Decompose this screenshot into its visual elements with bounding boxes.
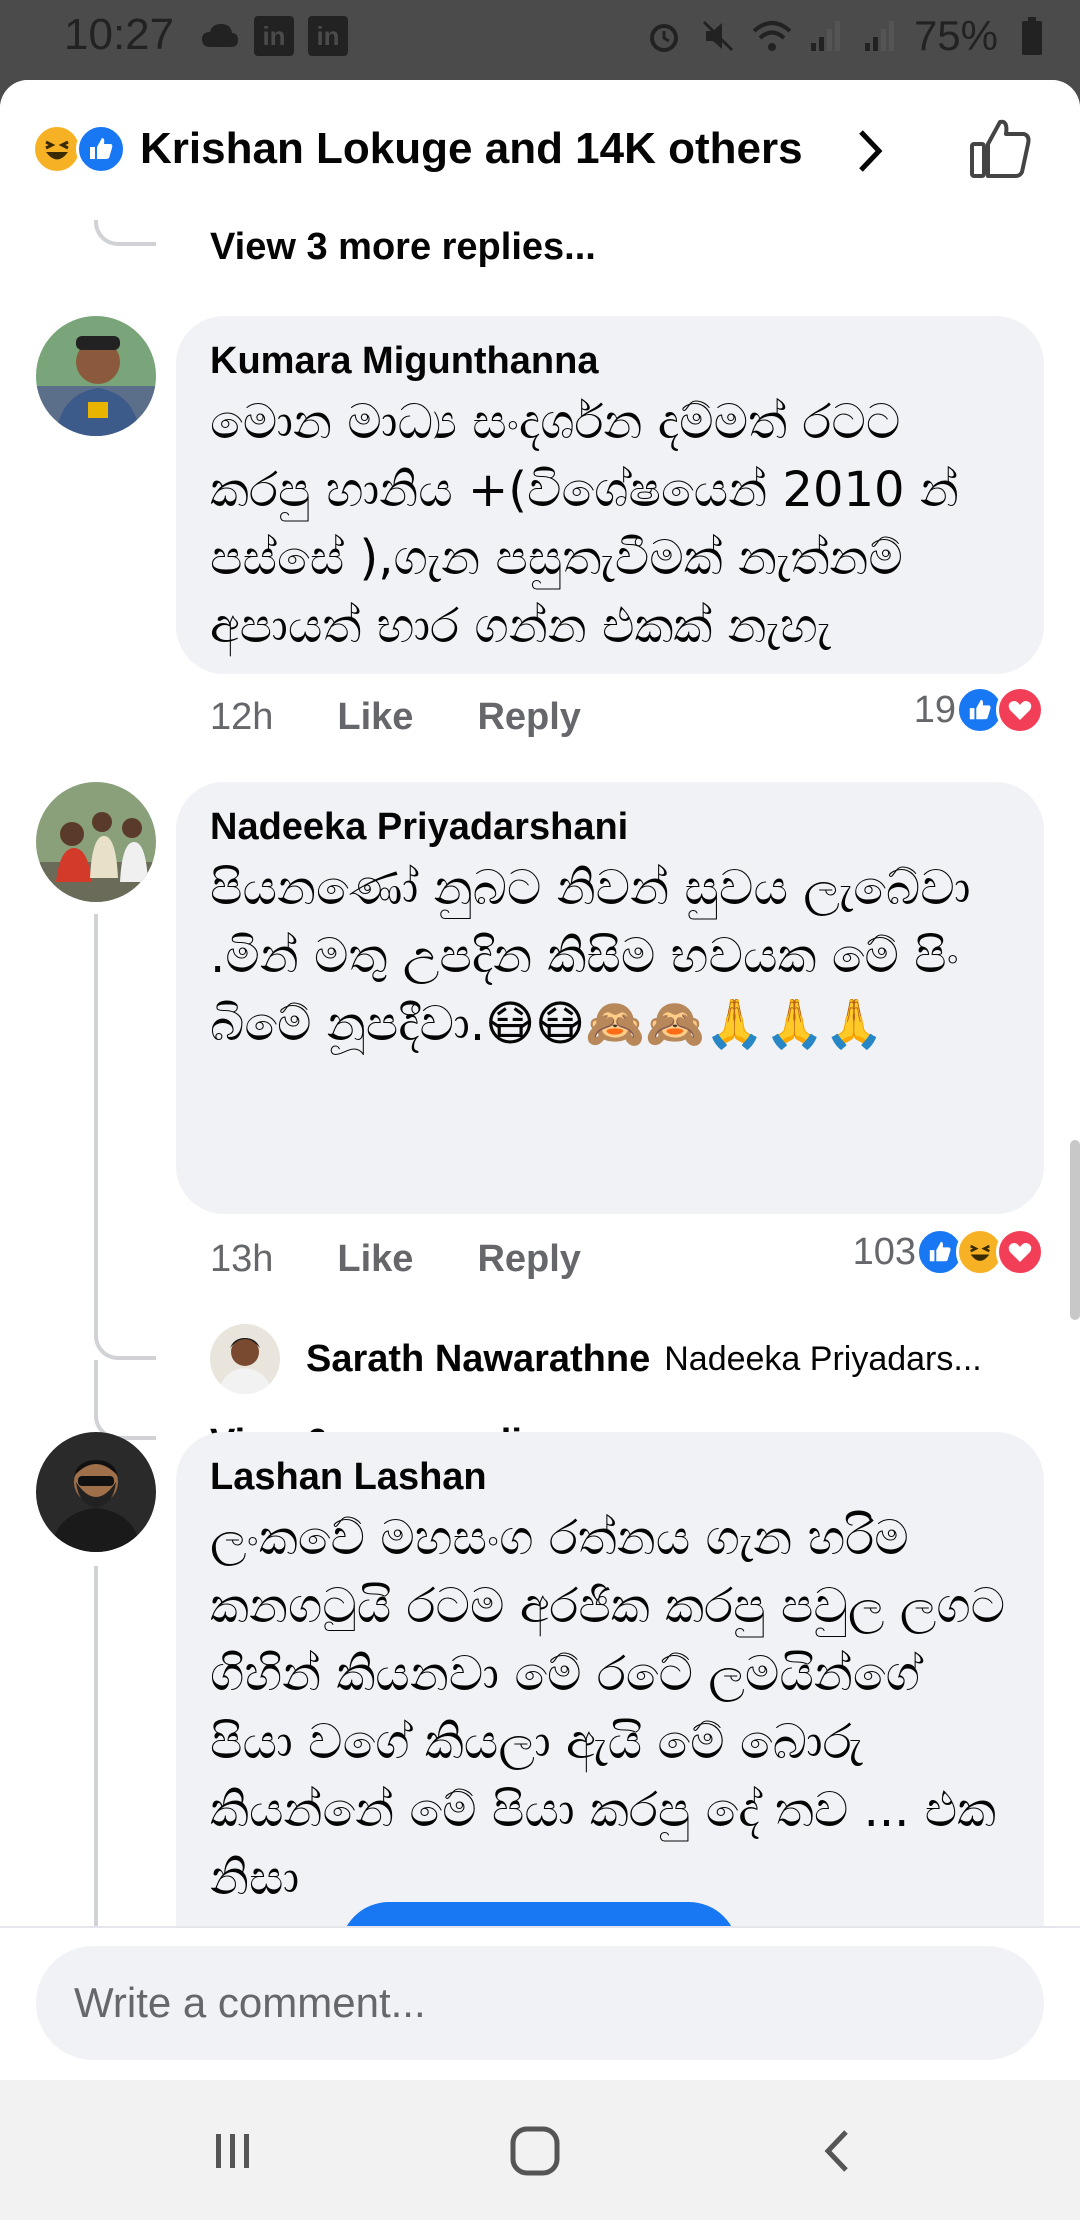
reply-text: Nadeeka Priyadars...	[664, 1339, 982, 1378]
battery-icon	[1012, 16, 1052, 56]
recent-apps-button[interactable]	[198, 2116, 268, 2186]
reaction-count-number: 103	[852, 1230, 916, 1273]
reaction-count-number: 19	[913, 688, 956, 731]
system-nav-bar	[0, 2080, 1080, 2220]
reactions-header[interactable]: Krishan Lokuge and 14K others	[0, 80, 1080, 220]
avatar[interactable]	[36, 316, 156, 436]
like-button[interactable]: Like	[337, 1238, 413, 1281]
signal-icon	[806, 16, 846, 56]
reply-button[interactable]: Reply	[477, 696, 580, 739]
comment-input[interactable]: Write a comment...	[36, 1946, 1044, 2060]
comment-author[interactable]: Lashan Lashan	[210, 1454, 1010, 1500]
comment-bubble[interactable]: Nadeeka Priyadarshani පියනණෝ නුබට නිවන් …	[176, 782, 1044, 1214]
love-reaction-icon	[996, 1228, 1044, 1276]
wifi-icon	[752, 16, 792, 56]
comment-time: 13h	[210, 1238, 274, 1280]
composer-bar: Write a comment...	[0, 1926, 1080, 2080]
comment-bubble[interactable]: Kumara Migunthanna මොන මාධ්‍ය සංදර්ශන දම…	[176, 316, 1044, 674]
home-button[interactable]	[500, 2116, 570, 2186]
thread-connector	[94, 1314, 156, 1360]
reply-button[interactable]: Reply	[477, 1238, 580, 1281]
alarm-icon	[644, 16, 684, 56]
signal-icon	[860, 16, 900, 56]
back-button[interactable]	[804, 2116, 874, 2186]
comment-actions: 12h Like Reply	[210, 696, 581, 739]
comments-sheet: Krishan Lokuge and 14K others View 3 mor…	[0, 80, 1080, 2220]
comment-text: ලංකවේ මහසංග රත්නය ගැන හරිම කනගටුයි රටම අ…	[210, 1510, 1006, 1906]
reaction-count[interactable]: 19	[914, 686, 1044, 734]
like-post-button[interactable]	[966, 116, 1034, 184]
linkedin-icon: in	[308, 16, 348, 56]
reaction-count[interactable]: 103	[853, 1228, 1044, 1276]
thread-connector	[94, 914, 98, 1314]
scrollbar[interactable]	[1070, 1140, 1080, 1320]
comment-time: 12h	[210, 696, 274, 738]
view-more-replies[interactable]: View 3 more replies...	[210, 226, 596, 269]
mute-icon	[698, 16, 738, 56]
avatar[interactable]	[36, 1432, 156, 1552]
comment-author[interactable]: Kumara Migunthanna	[210, 338, 1010, 384]
comment-actions: 13h Like Reply	[210, 1238, 581, 1281]
comment-feed[interactable]: View 3 more replies... Kumara Migunthann…	[0, 80, 1080, 2220]
comment-author[interactable]: Nadeeka Priyadarshani	[210, 804, 1010, 850]
status-right-icons: 75%	[644, 12, 1052, 60]
status-left-icons: in in	[200, 16, 348, 56]
thread-connector	[94, 216, 156, 246]
love-reaction-icon	[996, 686, 1044, 734]
avatar[interactable]	[210, 1324, 280, 1394]
reply-author[interactable]: Sarath Nawarathne	[306, 1338, 650, 1381]
linkedin-icon: in	[254, 16, 294, 56]
battery-percent: 75%	[913, 12, 998, 59]
comment-text: මොන මාධ්‍ය සංදර්ශන දම්මත් රටට කරපු හානිය…	[210, 394, 959, 654]
like-button[interactable]: Like	[337, 696, 413, 739]
chevron-right-icon[interactable]	[845, 126, 895, 176]
thread-connector	[94, 1566, 98, 1926]
avatar[interactable]	[36, 782, 156, 902]
reply-preview[interactable]: Sarath Nawarathne Nadeeka Priyadars...	[210, 1324, 982, 1394]
status-time: 10:27	[64, 10, 175, 59]
status-bar: 10:27 in in 75%	[0, 0, 1080, 78]
haha-reaction-icon	[32, 124, 82, 174]
cloud-icon	[200, 16, 240, 56]
thread-connector	[94, 1360, 156, 1440]
reaction-icons	[32, 124, 132, 184]
like-reaction-icon	[76, 124, 126, 174]
comment-text: පියනණෝ නුබට නිවන් සුවය ලැබේවා .මින් මතු …	[210, 860, 971, 1052]
reactions-summary: Krishan Lokuge and 14K others	[140, 124, 803, 173]
